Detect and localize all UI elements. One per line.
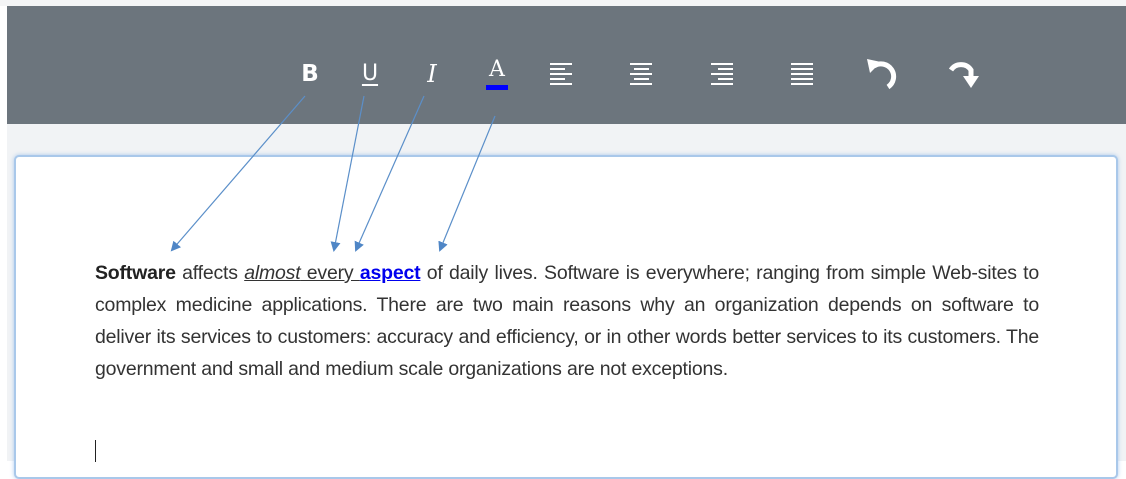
redo-button[interactable] (945, 54, 985, 94)
align-center-button[interactable] (624, 54, 658, 94)
align-center-icon (630, 63, 652, 85)
redo-icon (948, 62, 979, 88)
bold-button[interactable]: B (293, 54, 327, 94)
bold-icon: B (301, 61, 319, 87)
bold-word: Software (95, 262, 176, 284)
align-right-button[interactable] (705, 54, 739, 94)
align-right-icon (711, 63, 733, 85)
font-color-icon: A (489, 57, 505, 82)
font-color-button[interactable]: A (480, 54, 514, 94)
editor-content[interactable]: Software affects almost every aspect of … (95, 257, 1039, 385)
formatting-toolbar: B U I A (7, 6, 1126, 124)
undo-button[interactable] (862, 54, 902, 94)
italic-button[interactable]: I (415, 54, 449, 94)
plain-text: affects (175, 262, 245, 284)
underlined-word: every (300, 262, 360, 284)
undo-icon (867, 59, 897, 90)
italic-underlined-word: almost (244, 262, 301, 284)
text-cursor (95, 440, 96, 462)
colored-word: aspect (359, 262, 421, 284)
justify-button[interactable] (785, 54, 819, 94)
underline-button[interactable]: U (353, 54, 387, 94)
italic-icon: I (427, 60, 437, 88)
font-color-swatch (486, 85, 508, 90)
align-left-button[interactable] (544, 54, 578, 94)
align-left-icon (550, 63, 572, 85)
justify-icon (791, 63, 813, 85)
underline-icon: U (361, 61, 379, 86)
